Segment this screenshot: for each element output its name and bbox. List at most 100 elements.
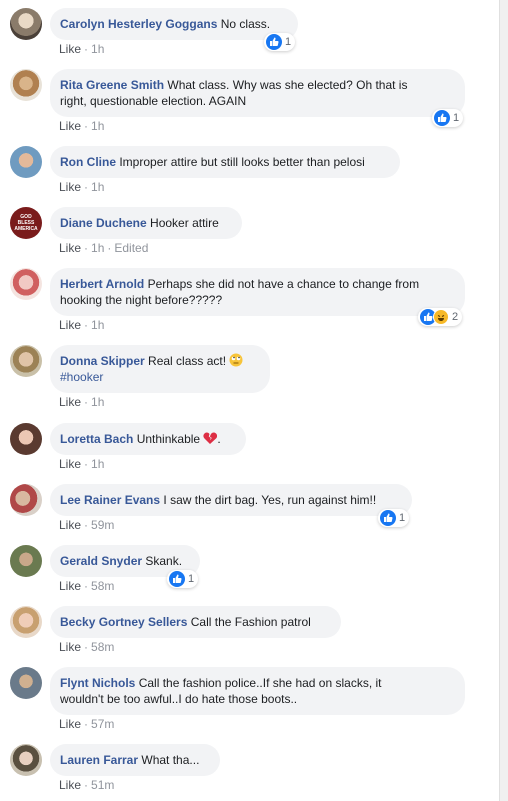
comment-meta: Like · 1h [59,395,105,409]
comment-text: No class. [220,17,271,31]
like-link[interactable]: Like [59,778,81,792]
timestamp[interactable]: 1h [91,241,104,255]
comment-text: Perhaps she did not have a chance to cha… [147,277,420,291]
commenter-name[interactable]: Carolyn Hesterley Goggans [60,17,217,31]
comment-bubble: Rita Greene Smith What class. Why was sh… [50,69,465,117]
comment-bubble: Diane Duchene Hooker attire [50,207,242,239]
comment-meta: Like · 58m [59,579,115,593]
comment-meta: Like · 59m [59,518,115,532]
timestamp[interactable]: 1h [91,457,104,471]
reaction-count[interactable]: 1 [432,109,464,127]
reaction-number: 1 [188,573,195,585]
avatar[interactable] [10,146,42,178]
timestamp[interactable]: 1h [91,119,104,133]
comment-meta: Like · 57m [59,717,115,731]
thumbs-up-icon [266,34,282,50]
avatar[interactable] [10,667,42,699]
like-link[interactable]: Like [59,119,81,133]
timestamp[interactable]: 58m [91,579,114,593]
comment-bubble: Donna Skipper Real class act! #hooker [50,345,270,393]
avatar[interactable]: GOD BLESS AMERICA [10,207,42,239]
commenter-name[interactable]: Becky Gortney Sellers [60,615,187,629]
like-link[interactable]: Like [59,640,81,654]
commenter-name[interactable]: Rita Greene Smith [60,78,164,92]
like-link[interactable]: Like [59,180,81,194]
commenter-name[interactable]: Donna Skipper [60,354,145,368]
timestamp[interactable]: 1h [91,42,104,56]
comment-text: What tha... [141,753,200,767]
timestamp[interactable]: 1h [91,318,104,332]
commenter-name[interactable]: Flynt Nichols [60,676,135,690]
comment-bubble: Lee Rainer Evans I saw the dirt bag. Yes… [50,484,412,516]
commenter-name[interactable]: Ron Cline [60,155,116,169]
like-link[interactable]: Like [59,457,81,471]
reaction-count[interactable]: 1 [378,509,410,527]
reaction-number: 1 [285,36,292,48]
timestamp[interactable]: 51m [91,778,114,792]
avatar[interactable] [10,744,42,776]
comment-text: Hooker attire [150,216,219,230]
avatar[interactable] [10,69,42,101]
comment-bubble: Flynt Nichols Call the fashion police..I… [50,667,465,715]
like-link[interactable]: Like [59,241,81,255]
avatar[interactable] [10,484,42,516]
timestamp[interactable]: 57m [91,717,114,731]
like-link[interactable]: Like [59,518,81,532]
broken-heart-emoji [203,431,218,445]
comment-text-continued: wouldn't be too awful..I do hate those b… [60,692,298,706]
avatar[interactable] [10,545,42,577]
comment-text: Call the fashion police..If she had on s… [138,676,382,690]
avatar[interactable] [10,606,42,638]
comment-meta: Like · 1h [59,180,105,194]
comment-text-end: . [217,432,221,446]
reaction-count[interactable]: 2 [418,308,463,326]
comment-text-continued: hooking the night before????? [60,293,223,307]
reaction-number: 1 [399,512,406,524]
comment-text: Improper attire but still looks better t… [119,155,365,169]
comment-meta: Like · 1h [59,457,105,471]
avatar[interactable] [10,8,42,40]
like-link[interactable]: Like [59,395,81,409]
reaction-count[interactable]: 1 [264,33,296,51]
comment-text: Real class act! [148,354,227,368]
comment-text: Call the Fashion patrol [190,615,311,629]
haha-face-icon [433,309,449,325]
reaction-number: 1 [453,112,460,124]
comment-text: Unthinkable [136,432,201,446]
timestamp[interactable]: 1h [91,395,104,409]
hashtag-link[interactable]: #hooker [60,370,103,384]
like-link[interactable]: Like [59,42,81,56]
avatar[interactable] [10,268,42,300]
reaction-number: 2 [452,311,459,323]
comment-text: I saw the dirt bag. Yes, run against him… [163,493,377,507]
commenter-name[interactable]: Herbert Arnold [60,277,144,291]
commenter-name[interactable]: Diane Duchene [60,216,147,230]
comment-bubble: Loretta Bach Unthinkable . [50,423,246,455]
thumbs-up-icon [169,571,185,587]
scrollbar[interactable] [499,0,508,801]
comment-bubble: Herbert Arnold Perhaps she did not have … [50,268,465,316]
timestamp[interactable]: 59m [91,518,114,532]
commenter-name[interactable]: Lee Rainer Evans [60,493,160,507]
like-link[interactable]: Like [59,579,81,593]
reaction-count[interactable]: 1 [167,570,199,588]
comment-meta: Like · 51m [59,778,115,792]
comment-meta: Like · 58m [59,640,115,654]
thumbs-up-icon [380,510,396,526]
comment-text-continued: right, questionable election. AGAIN [60,94,247,108]
commenter-name[interactable]: Lauren Farrar [60,753,138,767]
comment-bubble: Carolyn Hesterley Goggans No class. [50,8,298,40]
like-link[interactable]: Like [59,717,81,731]
timestamp[interactable]: 58m [91,640,114,654]
timestamp[interactable]: 1h [91,180,104,194]
commenter-name[interactable]: Loretta Bach [60,432,133,446]
comment-bubble: Becky Gortney Sellers Call the Fashion p… [50,606,341,638]
comment-meta: Like · 1h · Edited [59,241,149,255]
avatar[interactable] [10,345,42,377]
avatar[interactable] [10,423,42,455]
edited-label[interactable]: Edited [114,241,148,255]
like-link[interactable]: Like [59,318,81,332]
thumbs-up-icon [434,110,450,126]
comment-text: Skank. [145,554,183,568]
commenter-name[interactable]: Gerald Snyder [60,554,142,568]
